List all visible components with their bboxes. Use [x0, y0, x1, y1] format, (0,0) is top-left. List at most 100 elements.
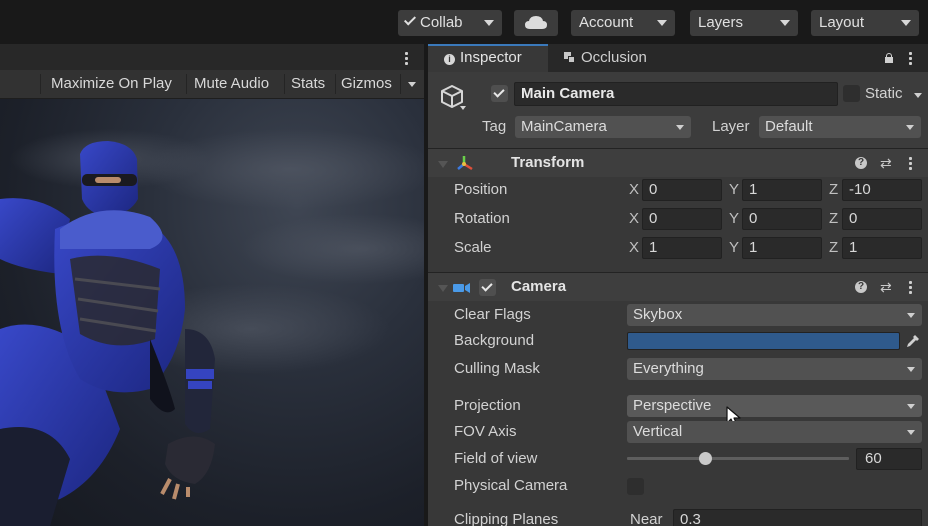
projection-value: Perspective	[633, 397, 712, 414]
projection-label[interactable]: Projection	[454, 395, 521, 417]
static-checkbox[interactable]	[843, 85, 860, 102]
physical-camera-label[interactable]: Physical Camera	[454, 475, 567, 497]
collab-label: Collab	[420, 14, 463, 31]
layers-label: Layers	[698, 14, 744, 31]
scale-label[interactable]: Scale	[454, 237, 492, 259]
layer-dropdown[interactable]: Default	[759, 116, 921, 138]
gizmos-toggle[interactable]: Gizmos	[341, 70, 392, 98]
presets-icon[interactable]: ⇄	[880, 156, 892, 170]
culling-mask-dropdown[interactable]: Everything	[627, 358, 922, 380]
axis-z-label[interactable]: Z	[829, 179, 838, 201]
projection-dropdown[interactable]: Perspective	[627, 395, 922, 417]
tag-dropdown[interactable]: MainCamera	[515, 116, 691, 138]
tab-occlusion-label: Occlusion	[581, 49, 647, 66]
rotation-z-field[interactable]: 0	[842, 208, 922, 230]
foldout-arrow-icon[interactable]	[438, 161, 448, 168]
game-view-viewport[interactable]	[0, 99, 424, 526]
gizmos-chevron-down-icon[interactable]	[408, 82, 416, 87]
account-label: Account	[579, 14, 634, 31]
transform-header[interactable]: Transform ? ⇄	[428, 148, 928, 177]
axis-z-label[interactable]: Z	[829, 237, 838, 259]
static-label[interactable]: Static	[865, 83, 903, 105]
fov-slider-thumb[interactable]	[698, 452, 712, 465]
layers-dropdown[interactable]: Layers	[690, 10, 798, 36]
collab-button[interactable]: Collab	[398, 10, 502, 36]
chevron-down-icon	[484, 20, 494, 26]
panel-splitter[interactable]	[424, 44, 428, 526]
fov-axis-label[interactable]: FOV Axis	[454, 421, 517, 443]
fov-axis-dropdown[interactable]: Vertical	[627, 421, 922, 443]
camera-enabled-checkbox[interactable]	[479, 279, 496, 296]
near-label[interactable]: Near	[630, 509, 663, 526]
rotation-y-field[interactable]: 0	[742, 208, 822, 230]
maximize-on-play-toggle[interactable]: Maximize On Play	[51, 70, 172, 98]
static-chevron-down-icon[interactable]	[914, 93, 922, 98]
tab-inspector-label: Inspector	[460, 49, 522, 66]
background-label[interactable]: Background	[454, 330, 534, 352]
chevron-down-icon	[907, 404, 915, 409]
axis-y-label[interactable]: Y	[729, 208, 739, 230]
account-dropdown[interactable]: Account	[571, 10, 675, 36]
object-name-field[interactable]: Main Camera	[514, 82, 838, 106]
eyedropper-icon[interactable]	[905, 333, 921, 349]
tab-occlusion[interactable]: Occlusion	[558, 44, 678, 72]
position-y-field[interactable]: 1	[742, 179, 822, 201]
foldout-arrow-icon[interactable]	[438, 285, 448, 292]
layout-label: Layout	[819, 14, 865, 31]
axis-x-label[interactable]: X	[629, 208, 639, 230]
fov-slider-track[interactable]	[627, 457, 849, 460]
object-header: Main Camera Static Tag MainCamera Layer …	[428, 72, 928, 148]
layout-dropdown[interactable]: Layout	[811, 10, 919, 36]
scale-x-field[interactable]: 1	[642, 237, 722, 259]
culling-mask-label[interactable]: Culling Mask	[454, 358, 540, 380]
culling-mask-value: Everything	[633, 360, 704, 377]
clear-flags-dropdown[interactable]: Skybox	[627, 304, 922, 326]
help-icon[interactable]: ?	[855, 157, 867, 169]
clear-flags-label[interactable]: Clear Flags	[454, 304, 531, 326]
kebab-menu-icon[interactable]	[909, 52, 913, 67]
tab-inspector[interactable]: i Inspector	[428, 44, 548, 72]
chevron-down-icon	[676, 125, 684, 130]
rotation-row: Rotation X 0 Y 0 Z 0	[428, 206, 928, 232]
info-icon: i	[444, 54, 455, 65]
cloud-icon	[525, 16, 547, 29]
position-label[interactable]: Position	[454, 179, 507, 201]
cloud-button[interactable]	[514, 10, 558, 36]
toolbar-divider	[284, 74, 285, 94]
mute-audio-toggle[interactable]: Mute Audio	[194, 70, 269, 98]
axis-x-label[interactable]: X	[629, 179, 639, 201]
toolbar-divider	[400, 74, 401, 94]
axis-x-label[interactable]: X	[629, 237, 639, 259]
field-of-view-label[interactable]: Field of view	[454, 448, 537, 470]
stats-toggle[interactable]: Stats	[291, 70, 325, 98]
position-x-field[interactable]: 0	[642, 179, 722, 201]
axis-z-label[interactable]: Z	[829, 208, 838, 230]
rotation-x-field[interactable]: 0	[642, 208, 722, 230]
clipping-planes-label[interactable]: Clipping Planes	[454, 509, 558, 526]
fov-value-field[interactable]: 60	[856, 448, 922, 470]
rotation-label[interactable]: Rotation	[454, 208, 510, 230]
transform-title: Transform	[511, 154, 585, 171]
game-view-toolbar: Maximize On Play Mute Audio Stats Gizmos	[0, 70, 424, 99]
active-checkbox[interactable]	[491, 85, 508, 102]
position-z-field[interactable]: -10	[842, 179, 922, 201]
physical-camera-checkbox[interactable]	[627, 478, 644, 495]
kebab-menu-icon[interactable]	[909, 281, 913, 296]
axis-y-label[interactable]: Y	[729, 237, 739, 259]
kebab-menu-icon[interactable]	[405, 52, 409, 67]
position-row: Position X 0 Y 1 Z -10	[428, 177, 928, 203]
scale-y-field[interactable]: 1	[742, 237, 822, 259]
clear-flags-value: Skybox	[633, 306, 683, 323]
near-field[interactable]: 0.3	[673, 509, 922, 526]
toolbar-divider	[186, 74, 187, 94]
scale-z-field[interactable]: 1	[842, 237, 922, 259]
presets-icon[interactable]: ⇄	[880, 280, 892, 294]
chevron-down-icon	[907, 430, 915, 435]
lock-icon[interactable]	[885, 53, 893, 63]
axis-y-label[interactable]: Y	[729, 179, 739, 201]
help-icon[interactable]: ?	[855, 281, 867, 293]
background-color-swatch[interactable]	[627, 332, 900, 350]
camera-header[interactable]: Camera ? ⇄	[428, 272, 928, 301]
transform-axes-icon	[457, 156, 473, 171]
kebab-menu-icon[interactable]	[909, 157, 913, 172]
